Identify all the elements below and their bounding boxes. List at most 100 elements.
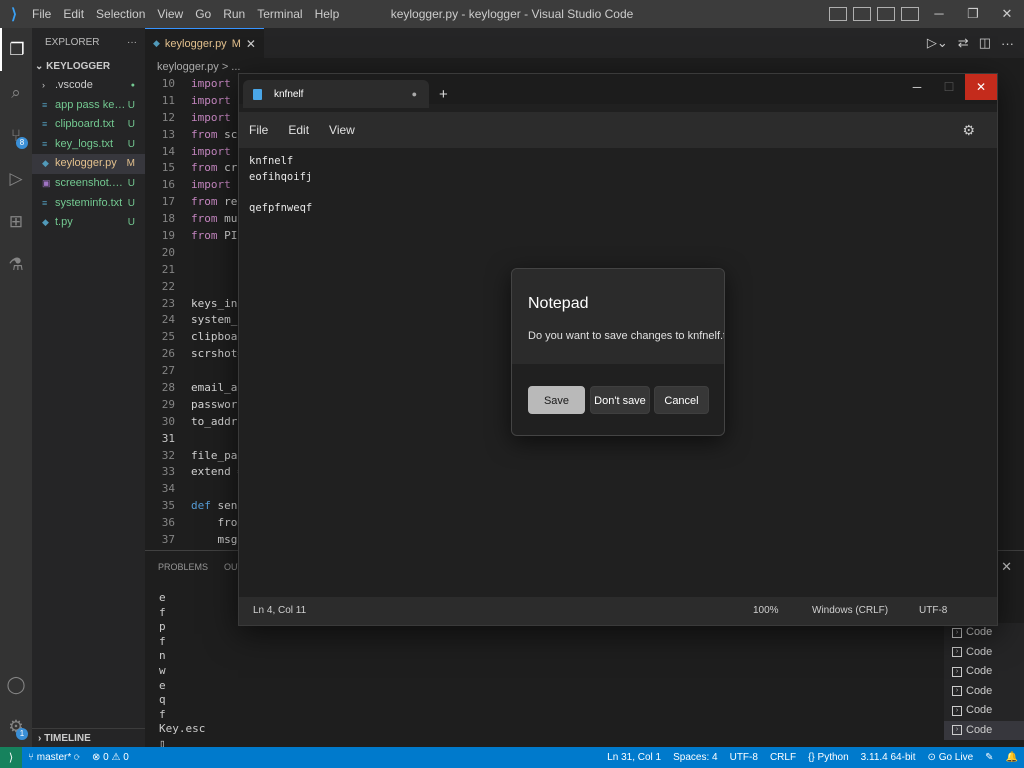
branch-status[interactable]: ⑂ master* ⟳: [22, 752, 86, 763]
explorer-header: EXPLORER: [45, 37, 100, 48]
file-screenshot[interactable]: ▣ screenshot.png U: [32, 174, 145, 194]
go-live-button[interactable]: ⊙ Go Live: [922, 752, 980, 763]
remote-icon[interactable]: ⟩: [0, 747, 22, 768]
manage-gear-icon[interactable]: ⚙ 1: [0, 705, 32, 748]
indentation[interactable]: Spaces: 4: [667, 752, 723, 763]
close-tab-icon[interactable]: ✕: [246, 37, 256, 51]
dont-save-button[interactable]: Don't save: [590, 386, 650, 414]
terminal-instance[interactable]: › Code: [944, 720, 1024, 740]
terminal-instance[interactable]: › Code: [944, 682, 1024, 702]
testing-icon[interactable]: ⚗: [0, 243, 32, 286]
file-name: keylogger.py: [55, 157, 117, 170]
menu-view[interactable]: View: [151, 0, 189, 28]
line-code: extend =: [191, 464, 244, 481]
vscode-titlebar: ⟩ File Edit Selection View Go Run Termin…: [0, 0, 1024, 28]
file-status: U: [127, 217, 135, 229]
cancel-button[interactable]: Cancel: [654, 386, 709, 414]
compare-changes-icon[interactable]: ⇄: [958, 35, 969, 51]
toggle-secondary-sidebar-icon[interactable]: [901, 7, 919, 21]
save-button[interactable]: Save: [528, 386, 585, 414]
run-file-icon[interactable]: ▷⌄: [927, 35, 948, 51]
line-number: 37: [161, 533, 175, 547]
more-actions-icon[interactable]: ···: [1001, 36, 1014, 51]
close-window-button[interactable]: ✕: [990, 0, 1024, 28]
extensions-icon[interactable]: ⊞: [0, 200, 32, 243]
menu-file[interactable]: File: [26, 0, 57, 28]
terminal-line: e: [159, 591, 166, 604]
file-name: .vscode: [55, 79, 93, 91]
menu-go[interactable]: Go: [189, 0, 217, 28]
eol[interactable]: CRLF: [764, 752, 802, 763]
tab-keylogger-py[interactable]: ◆ keylogger.py M ✕: [145, 28, 264, 58]
line-number: 12: [161, 110, 175, 124]
notepad-eol: Windows (CRLF): [812, 605, 889, 616]
terminal-icon: ›: [952, 705, 962, 716]
terminal-icon: ›: [952, 647, 962, 658]
terminal-instance[interactable]: › Code: [944, 643, 1024, 663]
toggle-sidebar-icon[interactable]: [853, 7, 871, 21]
tab-problems[interactable]: PROBLEMS: [158, 562, 208, 572]
folder-keylogger[interactable]: ⌄ KEYLOGGER: [32, 58, 145, 76]
menu-run[interactable]: Run: [217, 0, 251, 28]
file-vscode-folder[interactable]: › .vscode ●: [32, 76, 145, 96]
notepad-menu-view[interactable]: View: [323, 123, 361, 137]
split-editor-icon[interactable]: ◫: [979, 35, 991, 51]
language-mode[interactable]: {} Python: [802, 752, 855, 763]
file-name: key_logs.txt: [55, 137, 114, 150]
folder-label: KEYLOGGER: [46, 61, 111, 72]
notepad-menu-edit[interactable]: Edit: [282, 123, 315, 137]
close-panel-icon[interactable]: ✕: [1001, 559, 1012, 575]
notepad-close-button[interactable]: ✕: [965, 74, 997, 100]
explorer-more-button[interactable]: ···: [127, 28, 137, 58]
notepad-tab[interactable]: knfnelf ●: [243, 80, 429, 108]
account-icon[interactable]: ◯: [0, 663, 32, 706]
notepad-text-area[interactable]: knfnelf eofihqoifj qefpfnweqf: [249, 154, 312, 216]
explorer-icon[interactable]: ❐: [0, 28, 32, 71]
file-app-pass[interactable]: ≡ app pass keylogg...U: [32, 96, 145, 116]
line-code: from PIL: [191, 228, 244, 245]
code-text: scrshot=: [191, 347, 244, 361]
timeline-section[interactable]: › TIMELINE: [32, 728, 145, 747]
notepad-maximize-button[interactable]: ☐: [933, 74, 965, 100]
file-clipboard[interactable]: ≡ clipboard.txt U: [32, 115, 145, 135]
menu-terminal[interactable]: Terminal: [251, 0, 308, 28]
notepad-menu-file[interactable]: File: [243, 123, 274, 137]
terminal-instance[interactable]: › Code: [944, 701, 1024, 721]
problems-status[interactable]: ⊗ 0 ⚠ 0: [86, 752, 135, 763]
feedback-icon[interactable]: ✎: [979, 752, 999, 763]
save-changes-dialog: Notepad Do you want to save changes to k…: [511, 268, 725, 436]
toggle-panel-icon[interactable]: [877, 7, 895, 21]
file-t-py[interactable]: ◆ t.py U: [32, 213, 145, 233]
go-live-label: Go Live: [938, 752, 974, 763]
source-control-icon[interactable]: ⑂ 8: [0, 114, 32, 157]
file-keylogger-py[interactable]: ◆ keylogger.py M: [32, 154, 145, 174]
search-icon[interactable]: ⌕: [0, 71, 32, 114]
minimize-button[interactable]: ─: [922, 0, 956, 28]
explorer-sidebar: EXPLORER ··· ⌄ KEYLOGGER › .vscode ● ≡ app p…: [32, 28, 145, 747]
keyword: import: [191, 77, 231, 90]
file-key-logs[interactable]: ≡ key_logs.txt U: [32, 135, 145, 155]
line-number: 34: [161, 482, 175, 496]
notifications-icon[interactable]: 🔔: [1000, 752, 1024, 763]
restore-button[interactable]: ❐: [956, 0, 990, 28]
menu-selection[interactable]: Selection: [90, 0, 151, 28]
cursor-position[interactable]: Ln 31, Col 1: [601, 752, 667, 763]
python-interpreter[interactable]: 3.11.4 64-bit: [855, 752, 922, 763]
file-icon: ≡: [42, 119, 48, 130]
file-systeminfo[interactable]: ≡ systeminfo.txt U: [32, 194, 145, 214]
new-tab-button[interactable]: +: [439, 86, 448, 103]
file-status: U: [127, 119, 135, 131]
terminal-line: q: [159, 693, 166, 707]
layout-icon[interactable]: [829, 7, 847, 21]
terminal-line: f: [159, 605, 166, 619]
terminal-instance[interactable]: › Code: [944, 662, 1024, 682]
notepad-icon: [253, 88, 262, 100]
settings-gear-icon[interactable]: ⚙: [956, 122, 981, 139]
menu-help[interactable]: Help: [309, 0, 346, 28]
encoding[interactable]: UTF-8: [724, 752, 764, 763]
line-number: 30: [161, 414, 175, 428]
terminal-output[interactable]: e f p f n w e q f Key.esc ▯: [159, 591, 205, 752]
menu-edit[interactable]: Edit: [57, 0, 90, 28]
run-debug-icon[interactable]: ▷: [0, 157, 32, 200]
notepad-minimize-button[interactable]: ─: [901, 74, 933, 100]
